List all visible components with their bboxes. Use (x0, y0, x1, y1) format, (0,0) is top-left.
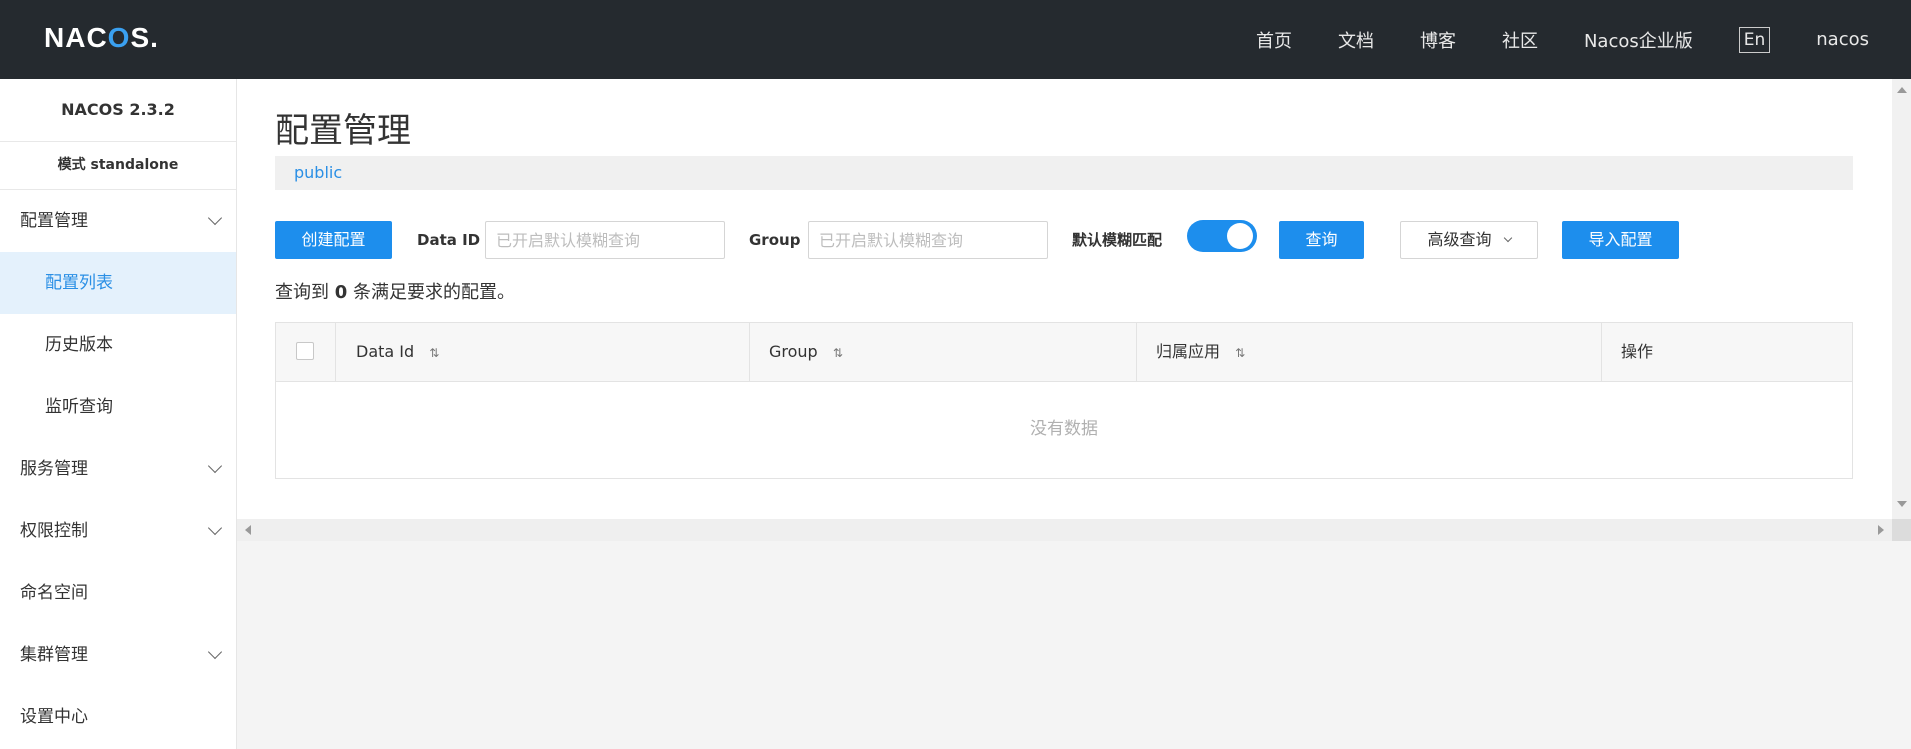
top-nav: 首页 文档 博客 社区 Nacos企业版 En nacos (1210, 0, 1869, 79)
sidebar-group-label: 命名空间 (20, 583, 88, 603)
chevron-down-icon (207, 520, 223, 536)
chevron-down-icon (1503, 233, 1512, 243)
chevron-down-icon (207, 458, 223, 474)
column-data-id[interactable]: Data Id ⇅ (356, 323, 439, 381)
vertical-scrollbar[interactable] (1892, 79, 1911, 541)
sidebar-item-namespace[interactable]: 命名空间 (0, 562, 236, 624)
result-count: 0 (334, 282, 348, 303)
data-id-label: Data ID (417, 231, 481, 249)
result-suffix: 条满足要求的配置。 (353, 282, 515, 303)
toggle-knob (1227, 223, 1253, 249)
namespace-link-public[interactable]: public (294, 163, 342, 182)
logo-text-suffix: S. (130, 22, 159, 53)
column-divider (749, 323, 750, 381)
version-label: NACOS 2.3.2 (0, 79, 236, 142)
select-all-checkbox[interactable] (296, 342, 314, 360)
sidebar-item-config-list[interactable]: 配置列表 (0, 252, 236, 314)
data-id-input[interactable] (485, 221, 725, 259)
chevron-down-icon (207, 210, 223, 226)
main-content: 配置管理 public 创建配置 Data ID Group 默认模糊匹配 查询… (237, 79, 1892, 519)
sort-icon[interactable]: ⇅ (833, 346, 843, 360)
sidebar-group-label: 集群管理 (20, 645, 88, 665)
sidebar-group-label: 配置管理 (20, 211, 88, 231)
sidebar-group-label: 权限控制 (20, 521, 88, 541)
language-switch[interactable]: En (1738, 26, 1771, 53)
column-divider (1136, 323, 1137, 381)
mode-label: 模式 standalone (0, 142, 236, 190)
group-input[interactable] (808, 221, 1048, 259)
nacos-logo[interactable]: NACOS. (44, 22, 159, 54)
horizontal-scrollbar[interactable] (237, 519, 1892, 541)
sidebar-group-label: 服务管理 (20, 459, 88, 479)
scroll-left-icon[interactable] (245, 525, 251, 535)
table-header: Data Id ⇅ Group ⇅ 归属应用 ⇅ 操作 (276, 323, 1852, 382)
nav-home[interactable]: 首页 (1256, 27, 1292, 53)
scroll-up-icon[interactable] (1897, 87, 1907, 93)
column-label: Group (769, 342, 818, 361)
scroll-right-icon[interactable] (1878, 525, 1884, 535)
scrollbar-corner (1892, 519, 1911, 541)
empty-state: 没有数据 (1030, 419, 1098, 439)
scroll-down-icon[interactable] (1897, 501, 1907, 507)
column-app[interactable]: 归属应用 ⇅ (1156, 323, 1245, 381)
nav-docs[interactable]: 文档 (1338, 27, 1374, 53)
top-navbar: NACOS. 首页 文档 博客 社区 Nacos企业版 En nacos (0, 0, 1911, 79)
nav-enterprise[interactable]: Nacos企业版 (1584, 27, 1693, 53)
nav-blog[interactable]: 博客 (1420, 27, 1456, 53)
group-label: Group (749, 231, 801, 249)
sidebar: NACOS 2.3.2 模式 standalone 配置管理 配置列表 历史版本… (0, 79, 237, 749)
column-actions: 操作 (1621, 323, 1653, 381)
sidebar-group-cluster[interactable]: 集群管理 (0, 624, 236, 686)
query-button[interactable]: 查询 (1279, 221, 1364, 259)
column-label: Data Id (356, 342, 415, 361)
fuzzy-match-label: 默认模糊匹配 (1072, 231, 1163, 249)
logo-text-prefix: NAC (44, 22, 108, 53)
sort-icon[interactable]: ⇅ (1235, 346, 1245, 360)
result-prefix: 查询到 (275, 282, 329, 303)
page-title: 配置管理 (275, 111, 411, 151)
column-divider (1601, 323, 1602, 381)
column-label: 操作 (1621, 342, 1654, 361)
sort-icon[interactable]: ⇅ (429, 346, 439, 360)
column-label: 归属应用 (1156, 342, 1221, 361)
result-summary: 查询到 0 条满足要求的配置。 (275, 278, 515, 304)
create-config-button[interactable]: 创建配置 (275, 221, 392, 259)
fuzzy-match-toggle[interactable] (1187, 220, 1257, 252)
nav-community[interactable]: 社区 (1502, 27, 1538, 53)
user-menu[interactable]: nacos (1816, 29, 1869, 50)
logo-text-o: O (107, 22, 131, 53)
sidebar-item-history[interactable]: 历史版本 (0, 314, 236, 376)
sidebar-group-auth[interactable]: 权限控制 (0, 500, 236, 562)
sidebar-group-service[interactable]: 服务管理 (0, 438, 236, 500)
sidebar-group-label: 设置中心 (20, 707, 88, 727)
chevron-down-icon (207, 644, 223, 660)
sidebar-group-config[interactable]: 配置管理 (0, 190, 236, 252)
config-table: Data Id ⇅ Group ⇅ 归属应用 ⇅ 操作 没有数据 (275, 322, 1853, 479)
column-divider (335, 323, 336, 381)
sidebar-item-settings[interactable]: 设置中心 (0, 686, 236, 748)
advanced-query-button[interactable]: 高级查询 (1400, 221, 1538, 259)
namespace-bar: public (275, 156, 1853, 190)
advanced-query-label: 高级查询 (1427, 230, 1492, 249)
column-group[interactable]: Group ⇅ (769, 323, 843, 381)
import-config-button[interactable]: 导入配置 (1562, 221, 1679, 259)
sidebar-item-listener[interactable]: 监听查询 (0, 376, 236, 438)
